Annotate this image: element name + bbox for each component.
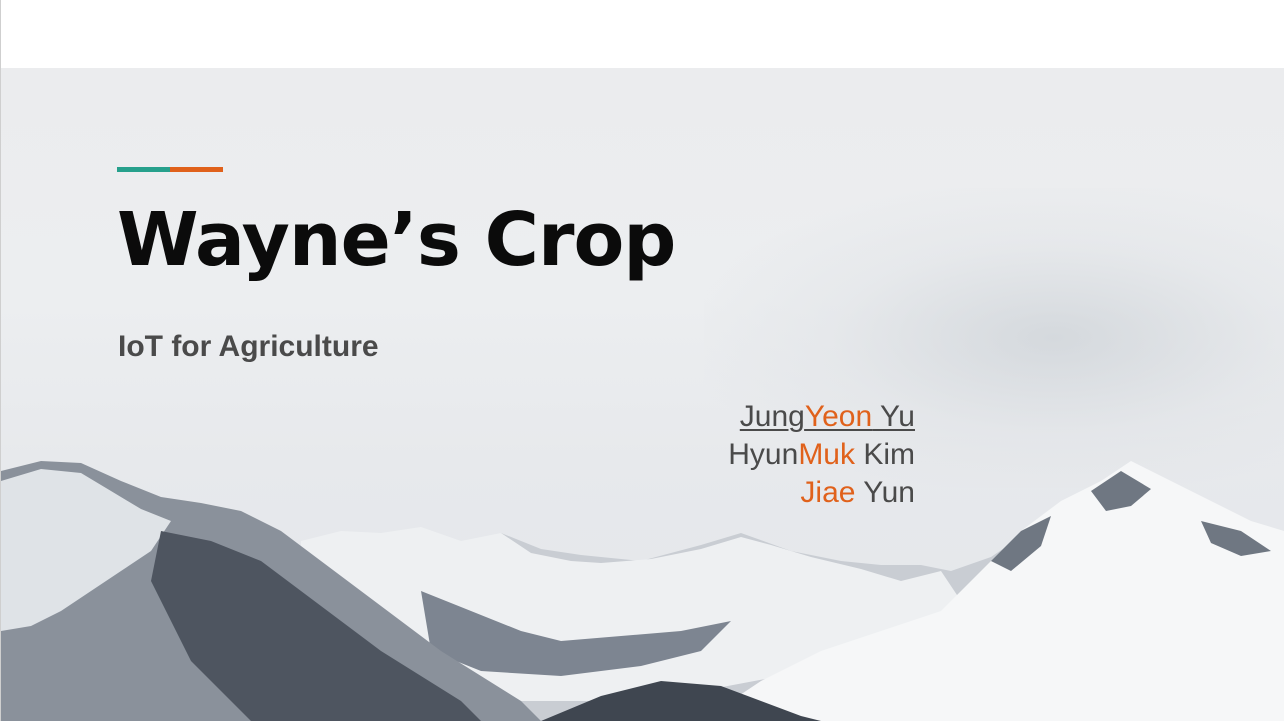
- author-link-jungyeon-yu[interactable]: JungYeon Yu: [740, 400, 915, 433]
- accent-teal-segment: [117, 167, 170, 172]
- slide-subtitle: IoT for Agriculture: [118, 330, 379, 363]
- slide-title: Wayne’s Crop: [117, 197, 676, 283]
- snowy-mountains-image: [1, 461, 1284, 721]
- author-list: JungYeon Yu HyunMuk Kim Jiae Yun: [728, 398, 915, 512]
- title-slide: Wayne’s Crop IoT for Agriculture JungYeo…: [1, 68, 1284, 721]
- author-name-highlight: Jiae: [800, 476, 856, 509]
- author-name-part: Yu: [872, 400, 915, 433]
- presentation-page: Wayne’s Crop IoT for Agriculture JungYeo…: [0, 0, 1284, 721]
- author-line-1: JungYeon Yu: [728, 398, 915, 436]
- author-line-2: HyunMuk Kim: [728, 436, 915, 474]
- author-name-part: Kim: [855, 438, 915, 471]
- accent-orange-segment: [170, 167, 223, 172]
- title-accent-bar: [117, 167, 223, 172]
- author-name-highlight: Yeon: [804, 400, 873, 433]
- author-name-highlight: Muk: [798, 438, 855, 471]
- author-name-part: Yun: [855, 476, 915, 509]
- author-name-part: Jung: [739, 400, 805, 433]
- author-name-part: Hyun: [728, 438, 799, 471]
- author-line-3: Jiae Yun: [728, 474, 915, 512]
